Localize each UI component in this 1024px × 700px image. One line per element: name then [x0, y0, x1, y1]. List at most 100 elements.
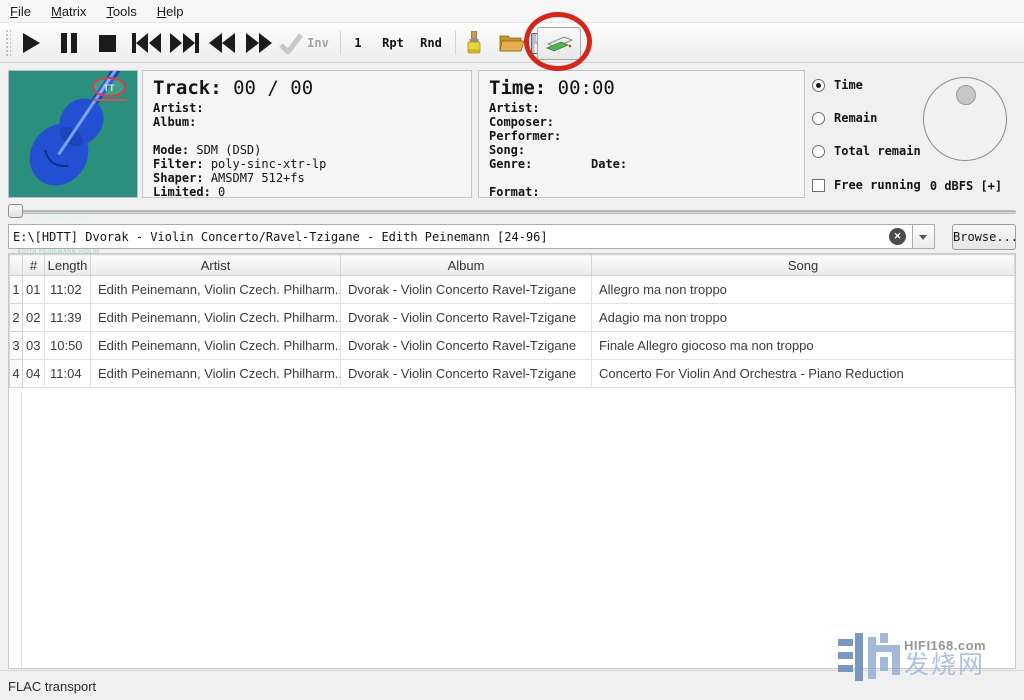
random-button[interactable]: Rnd [414, 31, 448, 55]
shaper-field: Shaper: AMSDM7 512+fs [153, 171, 461, 185]
browse-button[interactable]: Browse... [952, 224, 1016, 250]
play-button[interactable] [20, 31, 42, 55]
cell-rownum: 3 [10, 332, 23, 360]
seek-slider[interactable] [8, 203, 1016, 219]
radio-time[interactable]: Time [812, 78, 863, 92]
stop-button[interactable] [96, 31, 118, 55]
play-one-button[interactable]: 1 [348, 31, 368, 55]
col-header-artist[interactable]: Artist [91, 255, 341, 276]
seek-slider-track[interactable] [8, 210, 1016, 214]
limited-field: Limited: 0 [153, 185, 461, 199]
open-folder-button[interactable] [496, 31, 526, 55]
path-input[interactable] [13, 227, 873, 246]
cell-length: 10:50 [45, 332, 91, 360]
radio-time-icon [812, 79, 825, 92]
col-header-album[interactable]: Album [341, 255, 592, 276]
stop-icon [99, 35, 116, 52]
previous-track-button[interactable] [129, 31, 163, 55]
toolbar: Inv 1 Rpt Rnd [0, 23, 1024, 63]
cell-artist: Edith Peinemann, Violin Czech. Philharm.… [91, 276, 341, 304]
status-text: FLAC transport [8, 679, 96, 694]
time-info-panel: Time: 00:00 Artist: Composer: Performer:… [478, 70, 805, 198]
folder-icon [499, 33, 524, 53]
track-counter: Track: 00 / 00 [153, 77, 461, 99]
time-genre-date: Genre:Date: [489, 157, 794, 171]
track-info-panel: Track: 00 / 00 Artist: Album: Mode: SDM … [142, 70, 472, 198]
next-track-button[interactable] [167, 31, 201, 55]
playlist-row[interactable]: 40411:04Edith Peinemann, Violin Czech. P… [10, 360, 1015, 388]
seek-slider-thumb[interactable] [8, 204, 23, 218]
toolbar-separator [455, 31, 456, 55]
playlist-row[interactable]: 20211:39Edith Peinemann, Violin Czech. P… [10, 304, 1015, 332]
cell-num: 02 [23, 304, 45, 332]
col-header-song[interactable]: Song [592, 255, 1015, 276]
cell-rownum: 1 [10, 276, 23, 304]
cell-song: Adagio ma non troppo [592, 304, 1015, 332]
svg-text:TT: TT [104, 83, 115, 93]
album-art: TT DVORAK VIOLIN CONCERTO RAVEL-TZIGANE … [8, 70, 138, 198]
mode-field: Mode: SDM (DSD) [153, 143, 461, 157]
repeat-button[interactable]: Rpt [376, 31, 410, 55]
path-combobox [8, 224, 935, 249]
clear-playlist-button[interactable] [462, 31, 486, 55]
hqplayer-window: File Matrix Tools Help Inv [0, 0, 1024, 700]
cell-num: 04 [23, 360, 45, 388]
playlist-body: 10111:02Edith Peinemann, Violin Czech. P… [10, 276, 1015, 388]
radio-remain[interactable]: Remain [812, 111, 877, 125]
cell-song: Concerto For Violin And Orchestra - Pian… [592, 360, 1015, 388]
rownum-column-line [21, 392, 22, 668]
col-header-corner [10, 255, 23, 276]
col-header-num[interactable]: # [23, 255, 45, 276]
skip-back-icon [132, 33, 161, 53]
radio-remain-icon [812, 112, 825, 125]
checkbox-free-running[interactable]: Free running [812, 178, 921, 192]
time-counter: Time: 00:00 [489, 77, 794, 99]
fast-forward-icon [246, 33, 272, 53]
radio-total-remain-icon [812, 145, 825, 158]
radio-remain-label: Remain [834, 111, 877, 125]
pause-button[interactable] [58, 31, 80, 55]
cd-tray-icon [544, 34, 574, 54]
rewind-icon [209, 33, 235, 53]
cell-album: Dvorak - Violin Concerto Ravel-Tzigane [341, 276, 592, 304]
brush-icon [466, 31, 482, 55]
status-bar: FLAC transport [0, 670, 1024, 700]
cell-num: 01 [23, 276, 45, 304]
pause-icon [61, 33, 77, 53]
menu-matrix[interactable]: Matrix [41, 1, 96, 22]
toolbar-grip-handle[interactable] [5, 29, 11, 57]
time-artist: Artist: [489, 101, 794, 115]
radio-time-label: Time [834, 78, 863, 92]
menu-file[interactable]: File [0, 1, 41, 22]
track-album: Album: [153, 115, 461, 129]
invert-button[interactable]: Inv [302, 31, 334, 55]
rewind-button[interactable] [206, 31, 238, 55]
menu-tools[interactable]: Tools [96, 1, 146, 22]
cell-artist: Edith Peinemann, Violin Czech. Philharm.… [91, 304, 341, 332]
volume-knob[interactable] [923, 77, 1007, 161]
clear-path-icon[interactable] [889, 228, 906, 245]
cell-album: Dvorak - Violin Concerto Ravel-Tzigane [341, 360, 592, 388]
cell-album: Dvorak - Violin Concerto Ravel-Tzigane [341, 332, 592, 360]
fast-forward-button[interactable] [243, 31, 275, 55]
playlist-header-row: # Length Artist Album Song [10, 255, 1015, 276]
cell-length: 11:39 [45, 304, 91, 332]
cell-artist: Edith Peinemann, Violin Czech. Philharm.… [91, 332, 341, 360]
free-running-checkbox-icon [812, 179, 825, 192]
display-options: Time Remain Total remain Free running [812, 70, 927, 200]
check-icon [278, 31, 304, 55]
playlist-row[interactable]: 10111:02Edith Peinemann, Violin Czech. P… [10, 276, 1015, 304]
time-format: Format: [489, 185, 794, 199]
transport-cd-button[interactable] [537, 27, 581, 60]
menu-help[interactable]: Help [147, 1, 194, 22]
cell-num: 03 [23, 332, 45, 360]
playlist-row[interactable]: 30310:50Edith Peinemann, Violin Czech. P… [10, 332, 1015, 360]
play-icon [23, 33, 40, 53]
radio-total-remain[interactable]: Total remain [812, 144, 921, 158]
cell-song: Finale Allegro giocoso ma non troppo [592, 332, 1015, 360]
cell-length: 11:02 [45, 276, 91, 304]
cell-artist: Edith Peinemann, Violin Czech. Philharm.… [91, 360, 341, 388]
col-header-length[interactable]: Length [45, 255, 91, 276]
toolbar-separator [340, 31, 341, 55]
path-dropdown-button[interactable] [912, 225, 934, 248]
